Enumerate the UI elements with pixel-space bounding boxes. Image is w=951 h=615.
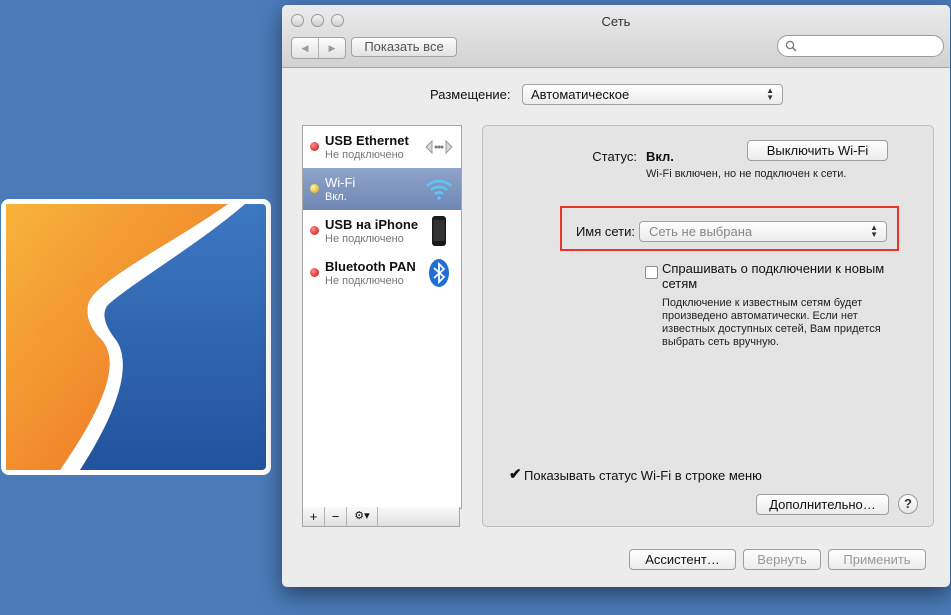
- updown-arrows-icon: ▲ ▼: [870, 223, 878, 239]
- location-label: Размещение:: [430, 87, 511, 102]
- ethernet-icon: [425, 139, 453, 155]
- status-dot-icon: [310, 184, 319, 193]
- wifi-icon: [426, 179, 452, 200]
- bluetooth-icon: [429, 259, 449, 287]
- status-description: Wi-Fi включен, но не подключен к сети.: [646, 168, 847, 180]
- search-field[interactable]: [777, 35, 944, 57]
- service-status: Не подключено: [325, 149, 404, 161]
- show-status-label: Показывать статус Wi-Fi в строке меню: [524, 468, 762, 483]
- service-name: USB Ethernet: [325, 133, 409, 148]
- desktop-app-logo: [1, 199, 271, 475]
- show-all-button[interactable]: Показать все: [351, 37, 457, 57]
- forward-arrow-icon[interactable]: ▶: [319, 38, 345, 58]
- iphone-icon: [432, 216, 446, 246]
- window-title: Сеть: [601, 14, 631, 29]
- status-label: Статус:: [592, 149, 637, 164]
- remove-service-button[interactable]: −: [325, 507, 347, 526]
- service-list-toolbar: + − ⚙▾: [302, 507, 460, 527]
- ask-to-join-checkbox[interactable]: [645, 266, 658, 279]
- service-item-bluetooth-pan[interactable]: Bluetooth PAN Не подключено: [303, 252, 461, 294]
- service-item-usb-iphone[interactable]: USB на iPhone Не подключено: [303, 210, 461, 252]
- status-dot-icon: [310, 142, 319, 151]
- back-arrow-icon[interactable]: ◀: [292, 38, 319, 58]
- network-service-list: USB Ethernet Не подключено Wi-Fi Вкл. US…: [302, 125, 462, 509]
- network-name-label: Имя сети:: [575, 224, 635, 239]
- service-item-wifi[interactable]: Wi-Fi Вкл.: [303, 168, 461, 210]
- service-name: USB на iPhone: [325, 217, 419, 232]
- network-name-select[interactable]: Сеть не выбрана ▲ ▼: [639, 221, 887, 242]
- service-name: Wi-Fi: [325, 175, 356, 190]
- ask-to-join-description: Подключение к известным сетям будет прои…: [662, 297, 881, 348]
- location-select[interactable]: Автоматическое ▲ ▼: [522, 84, 783, 105]
- service-status: Вкл.: [325, 191, 347, 203]
- location-value: Автоматическое: [531, 87, 630, 102]
- status-dot-icon: [310, 268, 319, 277]
- updown-arrows-icon: ▲ ▼: [766, 86, 774, 102]
- status-value: Вкл.: [646, 149, 674, 164]
- search-icon: [785, 40, 797, 52]
- turn-off-wifi-button[interactable]: Выключить Wi-Fi: [747, 140, 888, 161]
- assistant-button[interactable]: Ассистент…: [629, 549, 736, 570]
- network-preferences-window: Сеть ◀ ▶ Показать все Размещение: Автома…: [282, 5, 950, 587]
- service-name: Bluetooth PAN: [325, 259, 416, 274]
- service-status: Не подключено: [325, 233, 404, 245]
- network-name-value: Сеть не выбрана: [649, 224, 753, 239]
- service-status: Не подключено: [325, 275, 404, 287]
- ask-to-join-label: Спрашивать о подключении к новым сетям: [662, 261, 885, 291]
- title-bar: Сеть ◀ ▶ Показать все: [282, 5, 950, 68]
- help-button[interactable]: ?: [898, 494, 918, 514]
- status-dot-icon: [310, 226, 319, 235]
- service-item-usb-ethernet[interactable]: USB Ethernet Не подключено: [303, 126, 461, 168]
- apply-button[interactable]: Применить: [828, 549, 926, 570]
- advanced-button[interactable]: Дополнительно…: [756, 494, 889, 515]
- add-service-button[interactable]: +: [303, 507, 325, 526]
- show-status-checkbox[interactable]: ✔: [509, 467, 522, 482]
- back-forward-control: ◀ ▶: [291, 37, 346, 59]
- gear-menu-button[interactable]: ⚙▾: [347, 507, 378, 526]
- revert-button[interactable]: Вернуть: [743, 549, 821, 570]
